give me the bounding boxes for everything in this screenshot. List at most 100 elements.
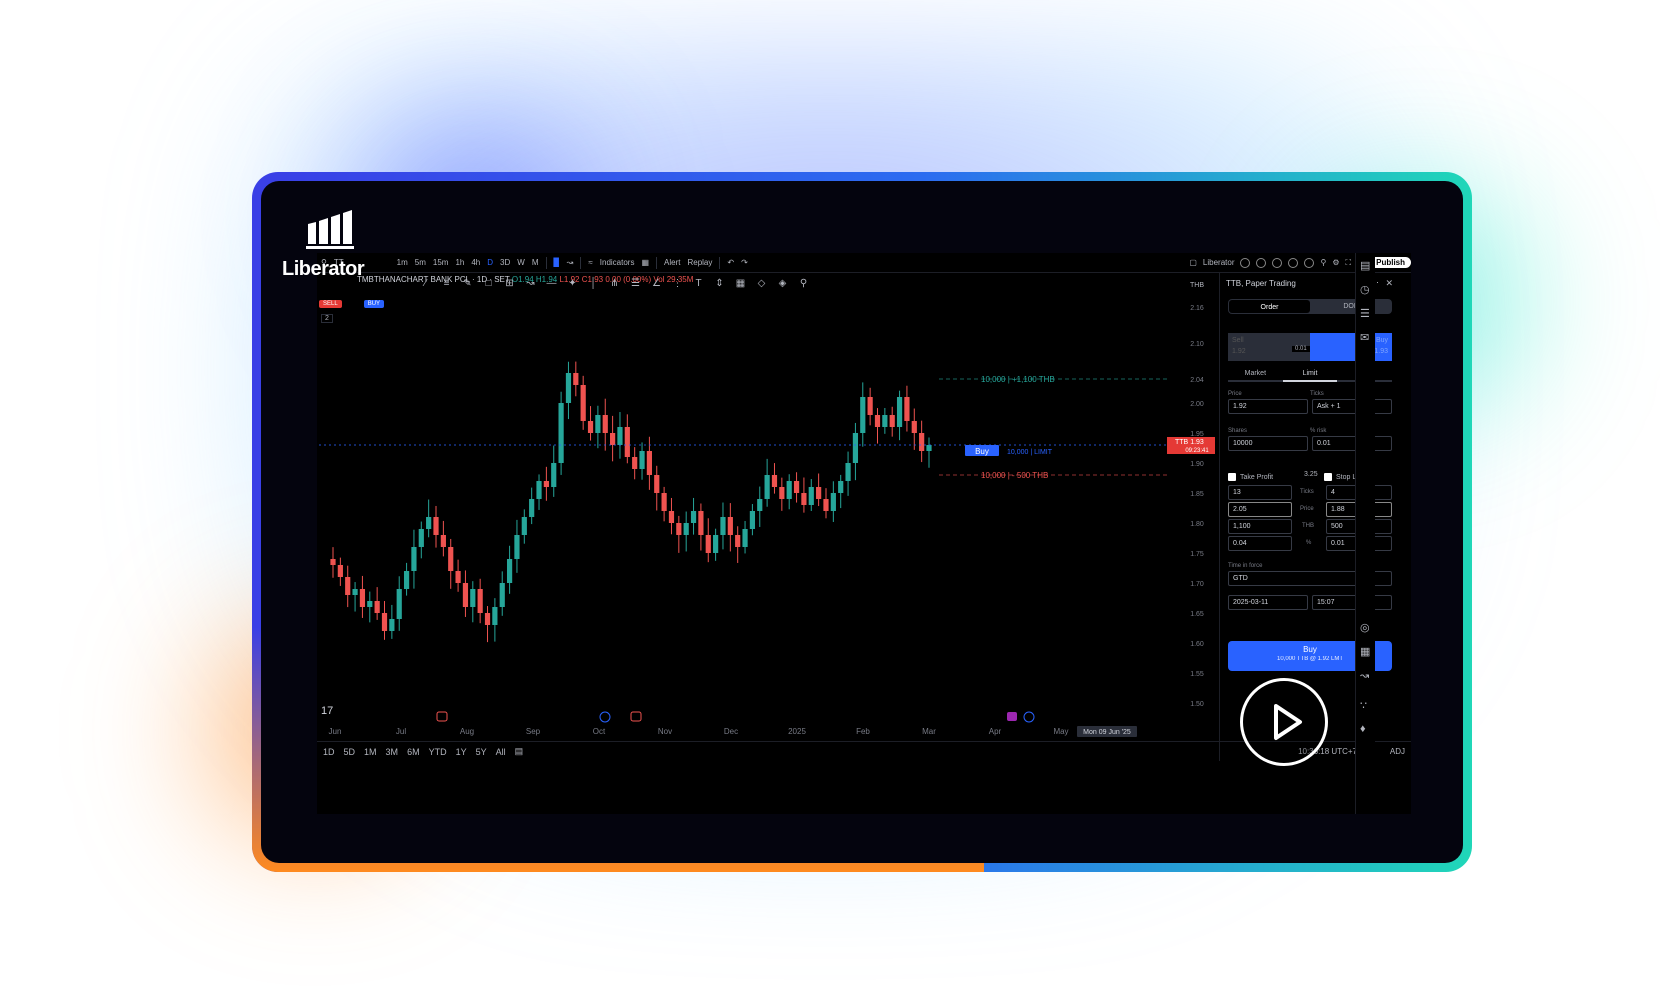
range-1m[interactable]: 1M — [364, 747, 377, 757]
brand-name: Liberator — [282, 258, 365, 280]
templates-icon[interactable]: ▦ — [641, 258, 649, 267]
trend-line-icon[interactable]: ∕ — [417, 276, 434, 291]
play-button[interactable] — [1240, 678, 1328, 766]
price-tick: 1.75 — [1190, 551, 1204, 558]
close-icon[interactable]: ✕ — [1385, 278, 1393, 289]
fullscreen-icon[interactable]: ⛶ — [1346, 258, 1352, 268]
tab-order[interactable]: Order — [1229, 300, 1310, 313]
interval-d[interactable]: D — [487, 258, 493, 267]
pattern-icon[interactable]: ⋮ — [669, 276, 686, 291]
candle-body — [514, 535, 520, 559]
range-1y[interactable]: 1Y — [456, 747, 467, 757]
tab-limit[interactable]: Limit — [1282, 370, 1338, 382]
range-1d[interactable]: 1D — [323, 747, 335, 757]
layers-icon[interactable]: ☰ — [1360, 307, 1370, 320]
calendar-icon[interactable]: ▦ — [1360, 645, 1370, 658]
publish-button[interactable]: Publish — [1370, 257, 1411, 268]
vertical-line-icon[interactable]: │ — [585, 276, 602, 291]
interval-4h[interactable]: 4h — [471, 258, 480, 267]
diamond-icon[interactable]: ◇ — [753, 276, 770, 291]
target-icon[interactable]: ◎ — [1360, 621, 1370, 634]
replay-button[interactable]: Replay — [687, 258, 712, 267]
watchlist-icon[interactable]: ▤ — [1360, 259, 1370, 272]
interval-3d[interactable]: 3D — [500, 258, 510, 267]
price-chart[interactable]: 2.16 2.10 2.04 2.00 1.95 1.90 1.85 1.80 1.75 1.70… — [317, 253, 1219, 741]
pin-icon[interactable]: ⚲ — [795, 276, 812, 291]
candle-body — [389, 619, 395, 631]
undo-icon[interactable]: ↶ — [727, 258, 734, 267]
risk-input[interactable]: 0.01 — [1312, 436, 1392, 451]
tab-market[interactable]: Market — [1228, 370, 1283, 382]
buy-button[interactable]: BUY — [363, 300, 385, 308]
rectangle-icon[interactable]: □ — [480, 276, 497, 291]
path-icon[interactable]: ↝ — [522, 276, 539, 291]
divider — [656, 256, 658, 269]
alerts-icon[interactable]: ◷ — [1360, 283, 1370, 296]
currency-icon[interactable] — [1256, 257, 1267, 268]
feed-icon[interactable]: ∵ — [1360, 699, 1367, 712]
candles-icon[interactable]: ▉ — [554, 258, 560, 267]
account-selector[interactable]: Liberator — [1203, 258, 1235, 267]
time-input[interactable]: 15:07 — [1312, 595, 1392, 610]
cross-icon[interactable]: ✦ — [564, 276, 581, 291]
interval-m[interactable]: M — [532, 258, 539, 267]
currency-icon[interactable] — [1288, 257, 1299, 268]
range-5d[interactable]: 5D — [344, 747, 356, 757]
sell-button[interactable]: SELL — [319, 300, 342, 308]
range-ytd[interactable]: YTD — [429, 747, 447, 757]
interval-w[interactable]: W — [517, 258, 525, 267]
tp-ticks[interactable]: 13 — [1228, 485, 1292, 500]
brush-icon[interactable]: ✎ — [459, 276, 476, 291]
stop-loss-checkbox[interactable] — [1324, 473, 1332, 481]
price-tick: 2.04 — [1190, 377, 1204, 384]
tab-dom[interactable]: DOM — [1311, 299, 1392, 314]
price-input[interactable]: 1.92 — [1228, 399, 1308, 414]
horizontal-line-icon[interactable]: — — [543, 276, 560, 291]
pitchfork-icon[interactable]: ⋔ — [606, 276, 623, 291]
candle-body — [896, 397, 903, 427]
settings-icon[interactable]: ⚙ — [1332, 258, 1339, 267]
grid-icon[interactable]: ⊞ — [501, 276, 518, 291]
sell-label: Sell — [1232, 337, 1244, 344]
interval-1m[interactable]: 1m — [397, 258, 408, 267]
currency-icon[interactable] — [1304, 257, 1315, 268]
table-icon[interactable]: ▦ — [732, 276, 749, 291]
tp-price[interactable]: 2.05 — [1228, 502, 1292, 517]
channel-icon[interactable]: ≡ — [438, 276, 455, 291]
range-6m[interactable]: 6M — [407, 747, 420, 757]
chat-icon[interactable]: ✉ — [1360, 331, 1369, 344]
take-profit-checkbox[interactable] — [1228, 473, 1236, 481]
shares-input[interactable]: 10000 — [1228, 436, 1308, 451]
ticks-select[interactable]: Ask + 1 — [1312, 399, 1392, 414]
gann-icon[interactable]: ∠ — [648, 276, 665, 291]
price-tick: 1.70 — [1190, 581, 1204, 588]
indicators-button[interactable]: Indicators — [600, 258, 635, 267]
quick-search-icon[interactable]: ⚲ — [1320, 258, 1326, 267]
bell-icon[interactable]: ♦ — [1360, 723, 1366, 735]
strategy-icon[interactable]: ↝ — [1360, 669, 1369, 682]
interval-1h[interactable]: 1h — [455, 258, 464, 267]
brand-mark — [306, 210, 354, 249]
redo-icon[interactable]: ↷ — [741, 258, 748, 267]
diamond-outline-icon[interactable]: ◈ — [774, 276, 791, 291]
date-input[interactable]: 2025-03-11 — [1228, 595, 1308, 610]
range-5y[interactable]: 5Y — [476, 747, 487, 757]
currency-icon[interactable] — [1240, 257, 1251, 268]
currency-icon[interactable] — [1272, 257, 1283, 268]
fib-icon[interactable]: ☰ — [627, 276, 644, 291]
line-chart-icon[interactable]: ↝ — [567, 258, 574, 267]
range-all[interactable]: All — [496, 747, 506, 757]
price-tick: 1.80 — [1190, 521, 1204, 528]
interval-5m[interactable]: 5m — [415, 258, 426, 267]
tp-thb[interactable]: 1,100 — [1228, 519, 1292, 534]
buy-side[interactable]: Buy 1.93 — [1310, 333, 1392, 361]
tp-pct[interactable]: 0.04 — [1228, 536, 1292, 551]
indicator-count[interactable]: 2 — [321, 314, 333, 323]
date-range-icon[interactable]: ▤ — [515, 746, 524, 757]
interval-15m[interactable]: 15m — [433, 258, 449, 267]
measure-icon[interactable]: ⇕ — [711, 276, 728, 291]
range-3m[interactable]: 3M — [386, 747, 399, 757]
alert-button[interactable]: Alert — [664, 258, 680, 267]
layout-icon[interactable]: ▢ — [1189, 258, 1197, 267]
text-icon[interactable]: T — [690, 276, 707, 291]
